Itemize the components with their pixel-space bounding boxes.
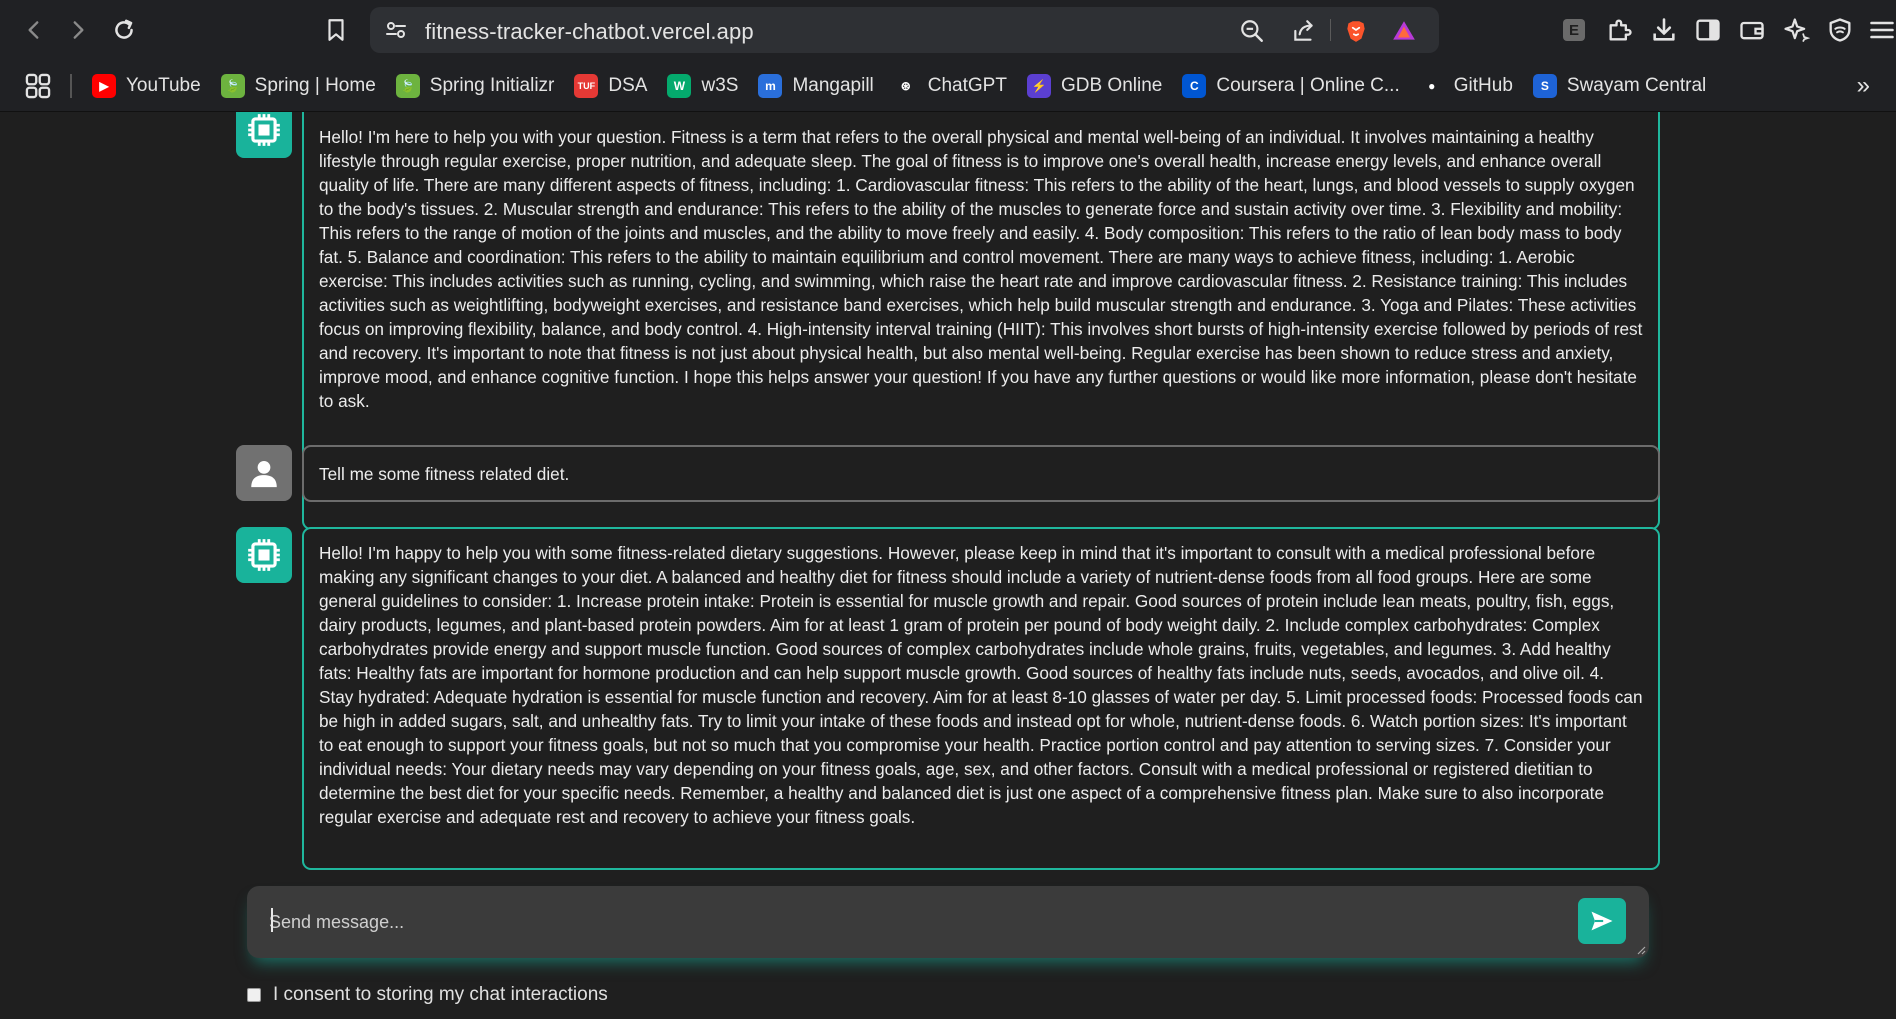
consent-row: I consent to storing my chat interaction… — [247, 984, 608, 1006]
bot-avatar — [236, 527, 292, 583]
sidebar-button[interactable] — [1692, 14, 1724, 46]
back-arrow-icon — [28, 21, 39, 39]
extension-e-icon: E — [1563, 19, 1585, 41]
bookmark-page-button[interactable] — [320, 14, 352, 46]
consent-checkbox[interactable] — [247, 988, 261, 1002]
back-button[interactable] — [16, 12, 52, 48]
tuf-icon: TUF — [574, 74, 599, 98]
brave-shields-button[interactable] — [1342, 17, 1370, 45]
bookmark-item[interactable]: 🍃 Spring | Home — [220, 70, 376, 102]
bookmark-item[interactable]: ● GitHub — [1420, 70, 1513, 102]
share-button[interactable] — [1290, 17, 1318, 45]
user-message: Tell me some fitness related diet. — [302, 445, 1660, 502]
bookmarks-list: ▶ YouTube 🍃 Spring | Home 🍃 Spring Initializr… — [92, 70, 1726, 102]
brave-lion-icon — [1347, 21, 1365, 42]
sparkle-icon — [1784, 18, 1810, 43]
shield-icon — [1829, 18, 1851, 42]
more-bookmarks-chevron-icon[interactable]: » — [1857, 74, 1870, 98]
bookmark-label: Spring Initializr — [429, 75, 555, 96]
bookmark-item[interactable]: C Coursera | Online C... — [1182, 70, 1400, 102]
download-icon — [1653, 18, 1675, 41]
spring-icon: 🍃 — [220, 74, 245, 98]
hamburger-menu-icon — [1870, 21, 1894, 39]
vpn-button[interactable] — [1824, 14, 1856, 46]
bookmark-item[interactable]: 🍃 Spring Initializr — [395, 70, 555, 102]
bookmark-label: YouTube — [126, 75, 201, 96]
message-composer — [247, 886, 1649, 958]
brave-rewards-button[interactable] — [1390, 17, 1418, 45]
bookmark-item[interactable]: ⚡ GDB Online — [1026, 70, 1163, 102]
reload-button[interactable] — [106, 12, 142, 48]
extension-e-button[interactable]: E — [1558, 14, 1590, 46]
bookmark-item[interactable]: ⊛ ChatGPT — [894, 70, 1007, 102]
reload-icon — [115, 19, 133, 39]
w3schools-icon: W — [667, 74, 692, 98]
bookmark-label: Swayam Central — [1566, 75, 1707, 96]
extensions-button[interactable] — [1604, 14, 1636, 46]
bookmark-label: GitHub — [1453, 75, 1513, 96]
consent-label: I consent to storing my chat interaction… — [273, 984, 608, 1005]
address-bar[interactable]: fitness-tracker-chatbot.vercel.app — [370, 7, 1439, 53]
bookmarks-bar: ▶ YouTube 🍃 Spring | Home 🍃 Spring Initializr… — [0, 60, 1896, 112]
bot-message: Hello! I'm happy to help you with some f… — [302, 527, 1660, 870]
cpu-chip-icon — [248, 539, 280, 571]
message-input[interactable] — [269, 906, 1569, 938]
bookmark-label: ChatGPT — [927, 75, 1007, 96]
text-caret — [271, 908, 273, 932]
send-button[interactable] — [1578, 898, 1626, 944]
chatgpt-icon: ⊛ — [900, 79, 911, 93]
swayam-icon: S — [1532, 74, 1557, 98]
gdb-icon: ⚡ — [1026, 74, 1051, 98]
bookmark-label: Coursera | Online C... — [1216, 75, 1400, 96]
github-icon: ● — [1428, 79, 1436, 93]
send-paper-plane-icon — [1591, 911, 1613, 931]
resize-handle-icon[interactable] — [1636, 945, 1646, 955]
bot-avatar — [236, 112, 292, 158]
bookmark-item[interactable]: m Mangapill — [758, 70, 874, 102]
bookmark-icon — [328, 19, 344, 41]
bookmarks-divider — [70, 74, 72, 98]
youtube-icon: ▶ — [92, 74, 116, 98]
forward-arrow-icon — [73, 21, 84, 39]
urlbar-divider — [1330, 19, 1331, 41]
share-icon — [1294, 20, 1313, 41]
forward-button[interactable] — [60, 12, 96, 48]
apps-grid-icon[interactable] — [24, 72, 52, 100]
bookmark-item[interactable]: S Swayam Central — [1532, 70, 1707, 102]
browser-toolbar: fitness-tracker-chatbot.vercel.app E — [0, 0, 1896, 60]
bookmark-label: Spring | Home — [254, 75, 376, 96]
bookmark-item[interactable]: ▶ YouTube — [92, 70, 201, 102]
zoom-icon — [1241, 20, 1263, 42]
bookmark-item[interactable]: TUF DSA — [574, 70, 647, 102]
sidebar-icon — [1696, 19, 1720, 41]
puzzle-icon — [1609, 19, 1632, 41]
url-text[interactable]: fitness-tracker-chatbot.vercel.app — [425, 19, 754, 45]
chat-panel: Hello! I'm here to help you with your qu… — [0, 112, 1896, 1019]
user-avatar — [236, 445, 292, 501]
coursera-icon: C — [1182, 74, 1207, 98]
zoom-button[interactable] — [1238, 17, 1266, 45]
bookmark-label: Mangapill — [792, 75, 874, 96]
user-person-icon — [251, 460, 277, 488]
wallet-icon — [1740, 21, 1764, 40]
downloads-button[interactable] — [1648, 14, 1680, 46]
bookmark-item[interactable]: Ww3S — [667, 70, 738, 102]
site-settings-icon[interactable] — [384, 18, 408, 42]
wallet-button[interactable] — [1736, 14, 1768, 46]
spring-icon: 🍃 — [395, 74, 420, 98]
menu-button[interactable] — [1866, 14, 1896, 46]
bookmark-label: GDB Online — [1060, 75, 1163, 96]
brave-rewards-triangle-icon — [1393, 21, 1415, 40]
cpu-chip-icon — [248, 114, 280, 146]
leo-ai-button[interactable] — [1780, 14, 1812, 46]
bookmark-label: DSA — [608, 75, 648, 96]
bookmark-label: w3S — [701, 75, 739, 96]
mangapill-icon: m — [758, 74, 783, 98]
